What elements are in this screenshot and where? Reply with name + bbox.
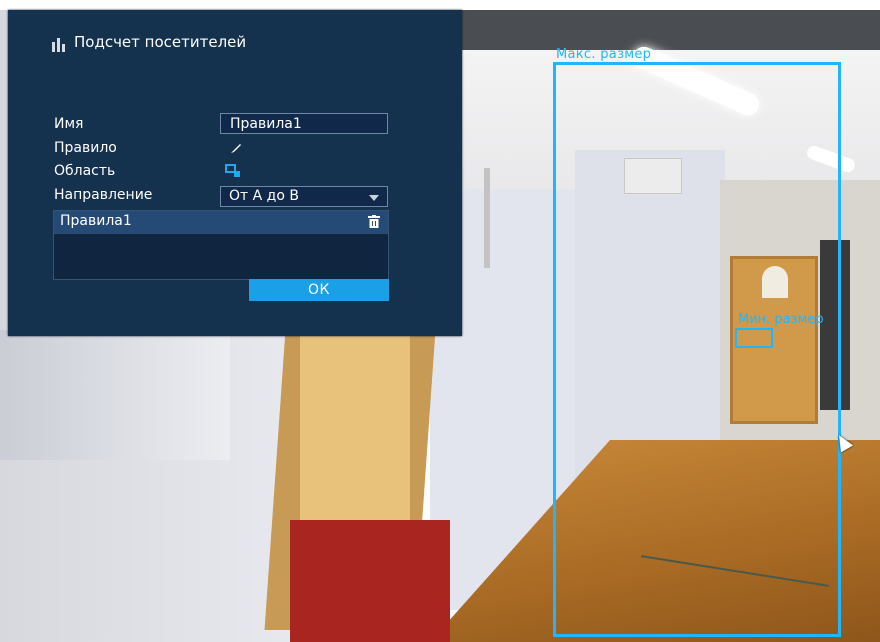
- max-size-label: Макс. размер: [556, 47, 652, 62]
- wall-pipe: [484, 168, 490, 268]
- red-carpet: [290, 520, 450, 642]
- rules-list: Правила1: [53, 210, 389, 280]
- chevron-down-icon: [369, 195, 379, 201]
- min-size-box[interactable]: [735, 328, 773, 348]
- rule-row-label: Правила1: [60, 213, 132, 229]
- visitor-counter-icon: [52, 38, 68, 52]
- rules-divider: [54, 233, 388, 234]
- area-icon[interactable]: [225, 164, 241, 178]
- name-label: Имя: [54, 116, 84, 132]
- ok-button[interactable]: ОК: [249, 279, 389, 301]
- direction-label: Направление: [54, 187, 153, 203]
- direction-value: От А до В: [229, 188, 299, 204]
- ceiling-shadow: [430, 10, 880, 50]
- min-size-label: Мин. размер: [738, 312, 824, 327]
- camera-view: Макс. размер Мин. размер Подсчет посетит…: [0, 0, 880, 642]
- blurred-object: [0, 330, 230, 460]
- area-label: Область: [54, 163, 116, 179]
- max-size-box[interactable]: [553, 62, 841, 637]
- name-input[interactable]: [220, 113, 388, 134]
- visitor-counting-dialog: Подсчет посетителей Имя Правило Область …: [8, 10, 462, 336]
- direction-dropdown[interactable]: От А до В: [220, 186, 388, 207]
- rule-label: Правило: [54, 140, 117, 156]
- rule-row[interactable]: Правила1: [54, 211, 388, 233]
- dialog-title: Подсчет посетителей: [74, 33, 247, 51]
- pencil-icon[interactable]: [230, 142, 242, 154]
- trash-icon[interactable]: [368, 215, 380, 228]
